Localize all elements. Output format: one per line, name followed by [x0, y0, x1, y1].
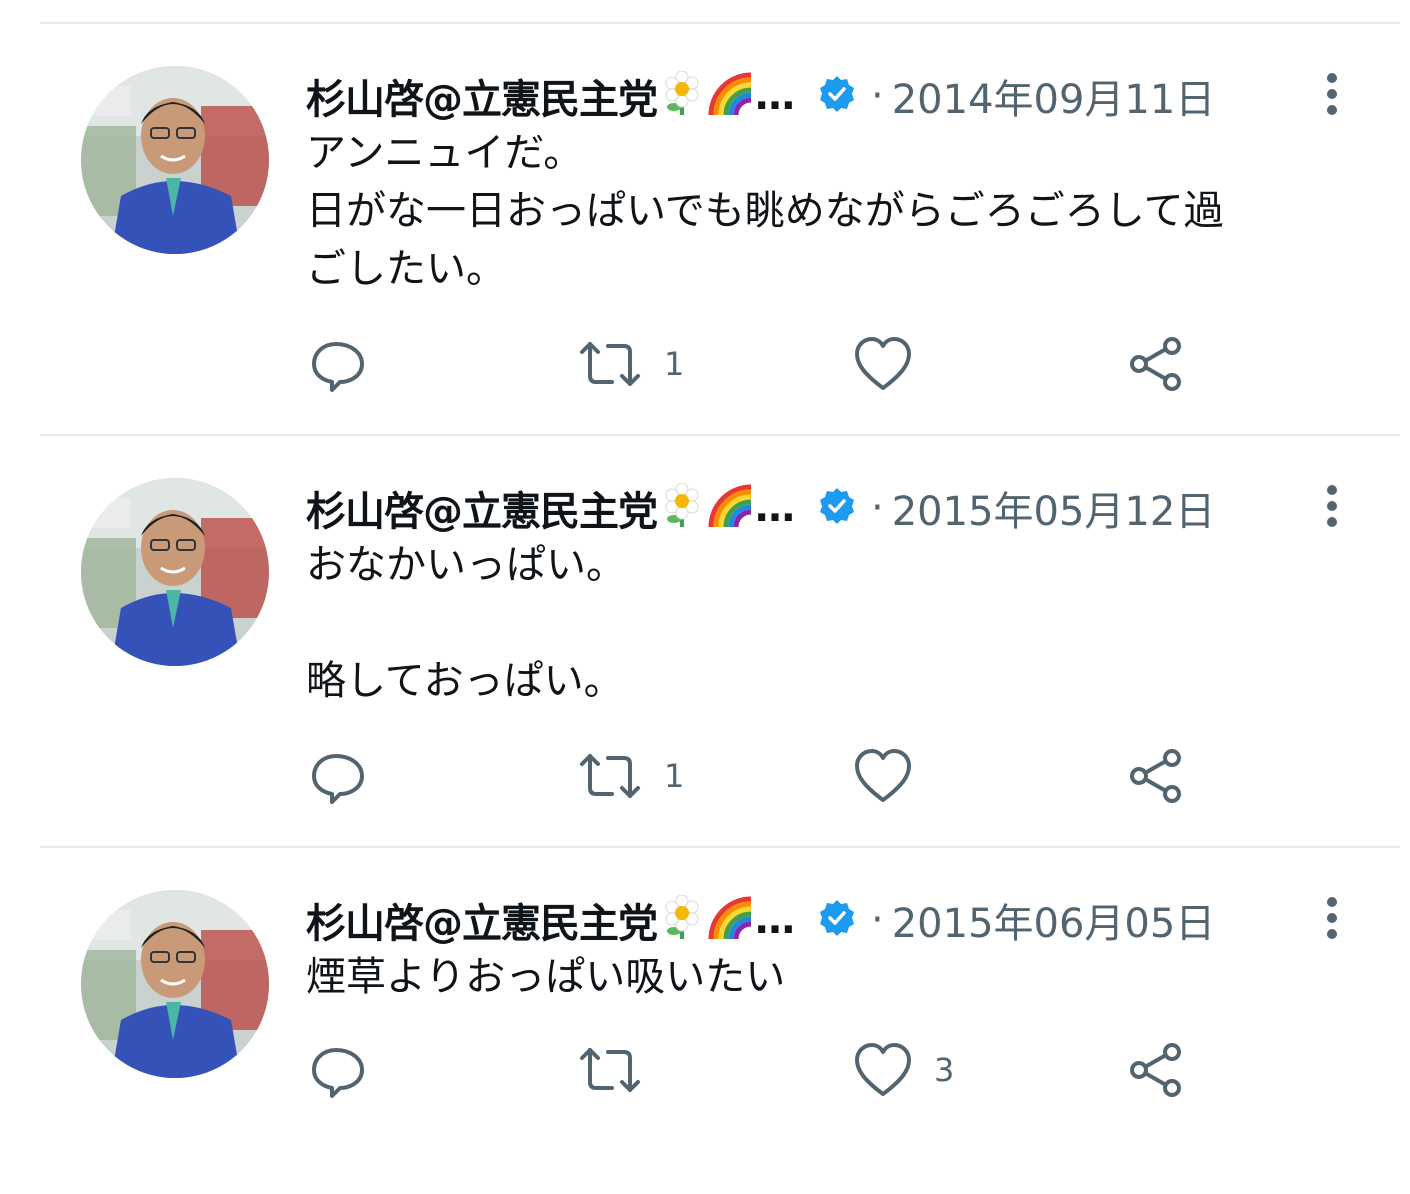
reply-icon — [310, 336, 366, 392]
tweet-text: おなかいっぱい。 略しておっぱい。 — [306, 542, 626, 704]
flower-emoji — [661, 70, 703, 121]
tweet[interactable]: 杉山啓@立憲民主党 — [0, 66, 1410, 416]
display-name[interactable]: 杉山啓@立憲民主党 — [306, 67, 658, 125]
divider — [40, 434, 1400, 436]
tweet-header: 杉山啓@立憲民主党 — [306, 68, 1215, 124]
reply-button[interactable] — [310, 334, 388, 394]
like-button[interactable] — [854, 746, 934, 806]
rainbow-emoji — [707, 895, 753, 945]
share-icon — [1128, 1042, 1184, 1098]
retweet-button[interactable]: 1 — [578, 334, 684, 394]
reply-button[interactable] — [310, 746, 388, 806]
retweet-icon — [578, 1042, 642, 1098]
separator: · — [871, 897, 884, 943]
tweet-header: 杉山啓@立憲民主党 — [306, 480, 1215, 536]
retweet-button[interactable]: 1 — [578, 746, 684, 806]
flower-emoji — [661, 894, 703, 945]
avatar[interactable] — [81, 890, 269, 1078]
name-truncation: … — [755, 485, 795, 531]
display-name[interactable]: 杉山啓@立憲民主党 — [306, 891, 658, 949]
more-options-icon[interactable] — [1318, 896, 1346, 944]
tweet-actions: 3 — [306, 1040, 1306, 1100]
share-button[interactable] — [1128, 746, 1206, 806]
name-truncation: … — [755, 897, 795, 943]
display-name[interactable]: 杉山啓@立憲民主党 — [306, 479, 658, 537]
retweet-count: 1 — [664, 345, 685, 383]
tweet-date[interactable]: 2014年09月11日 — [892, 67, 1216, 125]
like-button[interactable] — [854, 334, 934, 394]
tweet[interactable]: 杉山啓@立憲民主党 — [0, 890, 1410, 1130]
share-icon — [1128, 336, 1184, 392]
like-icon — [854, 1042, 912, 1098]
tweet-header: 杉山啓@立憲民主党 — [306, 892, 1215, 948]
rainbow-emoji — [707, 483, 753, 533]
retweet-icon — [578, 748, 642, 804]
separator: · — [871, 73, 884, 119]
reply-icon — [310, 748, 366, 804]
tweet[interactable]: 杉山啓@立憲民主党 — [0, 478, 1410, 828]
avatar[interactable] — [81, 66, 269, 254]
share-icon — [1128, 748, 1184, 804]
retweet-icon — [578, 336, 642, 392]
verified-badge-icon — [817, 898, 857, 942]
tweet-text: 煙草よりおっぱい吸いたい — [306, 954, 786, 1000]
tweet-date[interactable]: 2015年06月05日 — [892, 891, 1216, 949]
reply-icon — [310, 1042, 366, 1098]
divider — [40, 846, 1400, 848]
separator: · — [871, 485, 884, 531]
tweet-actions: 1 — [306, 334, 1306, 394]
more-options-icon[interactable] — [1318, 484, 1346, 532]
divider — [40, 22, 1400, 24]
like-icon — [854, 336, 912, 392]
reply-button[interactable] — [310, 1040, 388, 1100]
flower-emoji — [661, 482, 703, 533]
rainbow-emoji — [707, 71, 753, 121]
verified-badge-icon — [817, 74, 857, 118]
tweet-date[interactable]: 2015年05月12日 — [892, 479, 1216, 537]
retweet-button[interactable] — [578, 1040, 664, 1100]
verified-badge-icon — [817, 486, 857, 530]
like-button[interactable]: 3 — [854, 1040, 954, 1100]
share-button[interactable] — [1128, 1040, 1206, 1100]
like-count: 3 — [934, 1051, 955, 1089]
retweet-count: 1 — [664, 757, 685, 795]
avatar[interactable] — [81, 478, 269, 666]
name-truncation: … — [755, 73, 795, 119]
tweet-actions: 1 — [306, 746, 1306, 806]
more-options-icon[interactable] — [1318, 72, 1346, 120]
tweet-text: アンニュイだ。 日がな一日おっぱいでも眺めながらごろごろして過 ごしたい。 — [306, 130, 1224, 292]
share-button[interactable] — [1128, 334, 1206, 394]
tweet-feed: 杉山啓@立憲民主党 … · 2014年09月11日 アンニュイだ。 日がな一日お… — [0, 0, 1410, 1194]
like-icon — [854, 748, 912, 804]
